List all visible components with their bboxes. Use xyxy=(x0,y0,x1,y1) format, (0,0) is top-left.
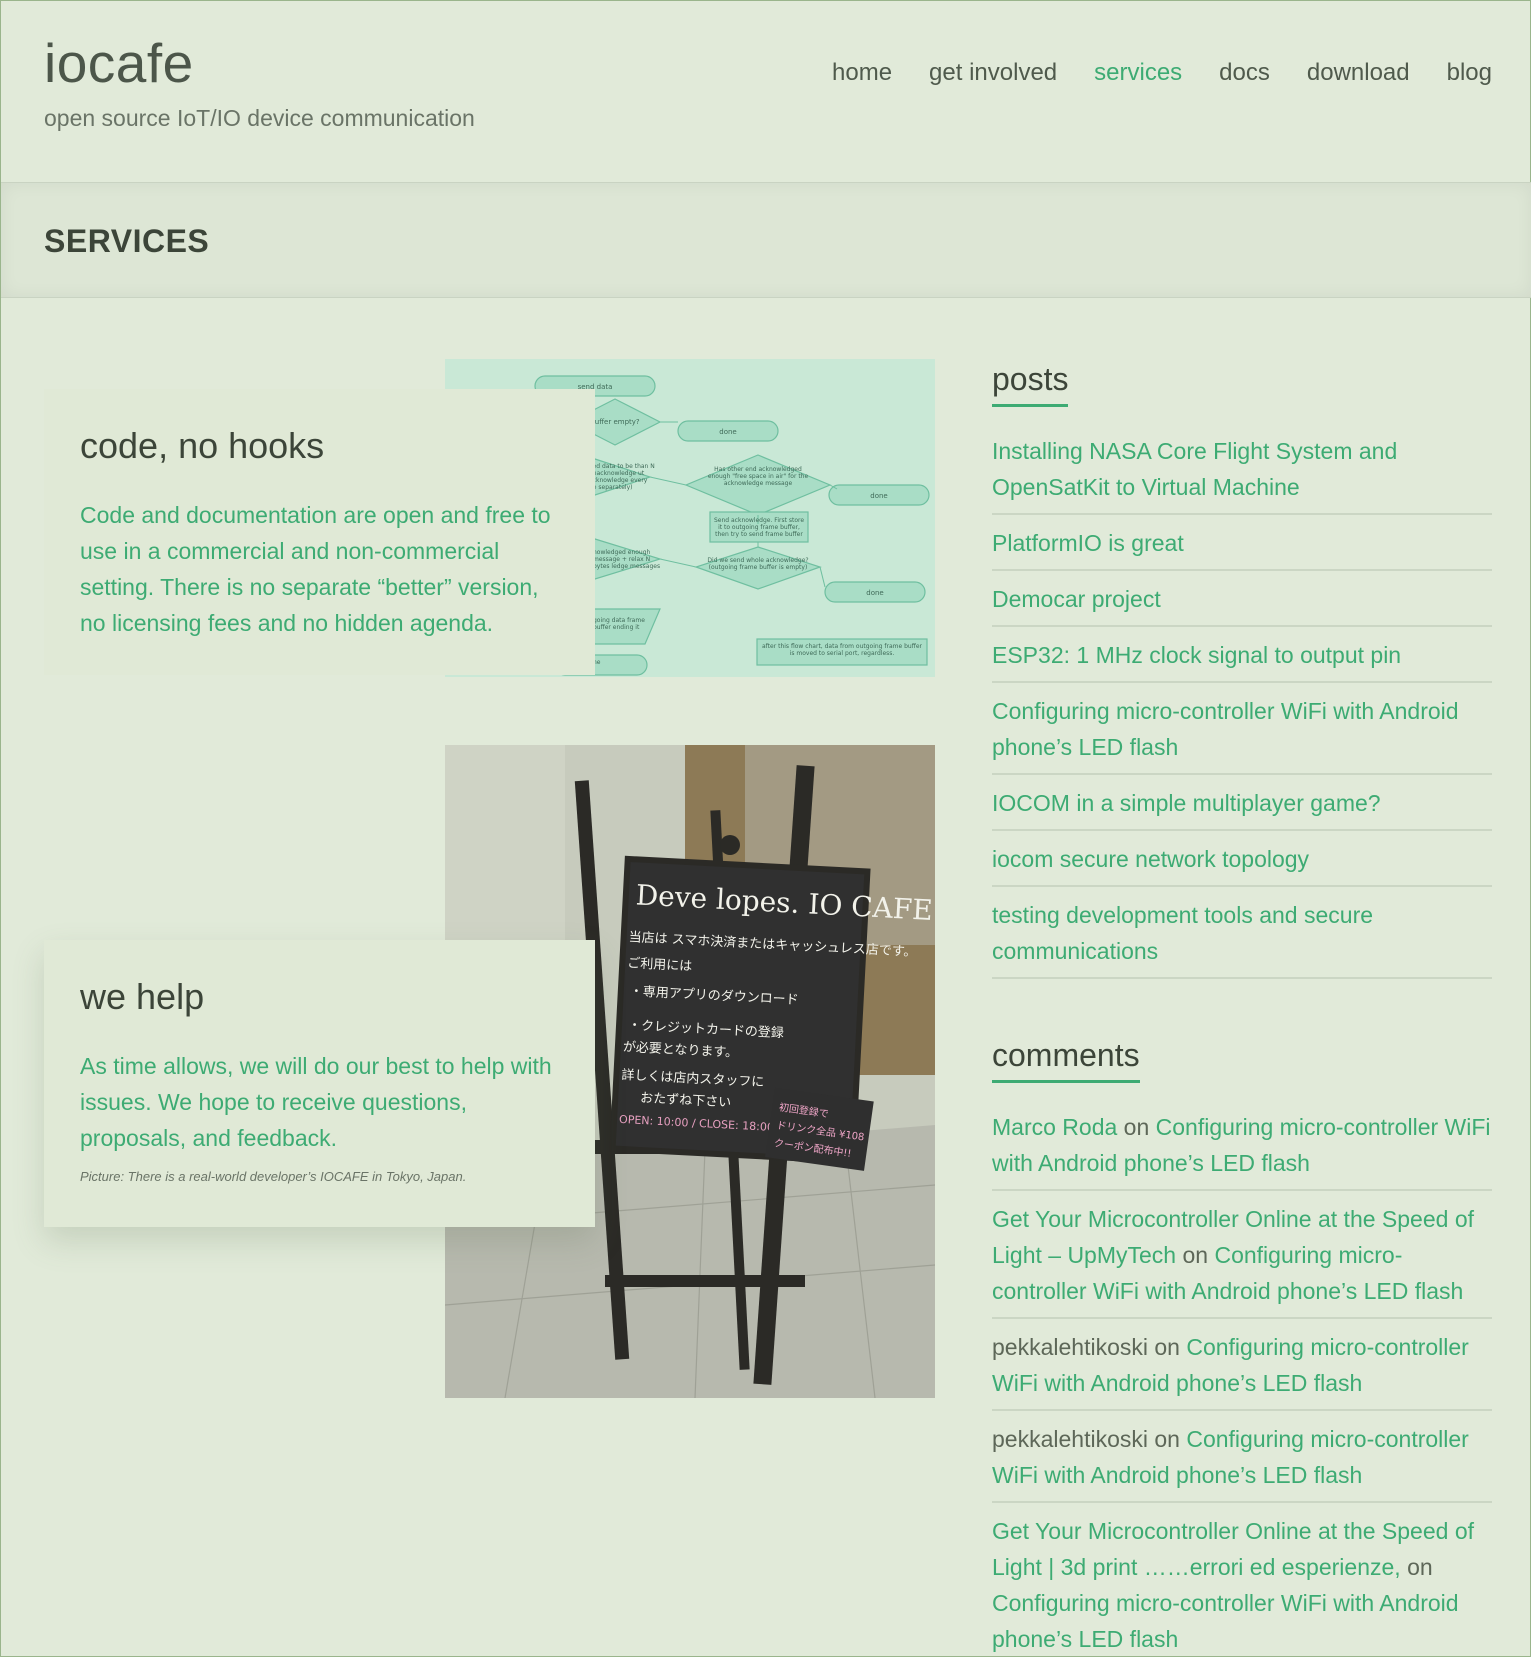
flowchart-fragment: ved data to be than N unacknowledge ut a… xyxy=(589,463,655,491)
comments-widget: comments Marco Roda on Configuring micro… xyxy=(992,1037,1492,1657)
post-link[interactable]: PlatformIO is great xyxy=(992,530,1184,556)
post-list-item: IOCOM in a simple multiplayer game? xyxy=(992,785,1492,831)
post-link[interactable]: Configuring micro-controller WiFi with A… xyxy=(992,698,1459,760)
flowchart-question: Has other end acknowledged enough "free … xyxy=(707,466,809,487)
feature-text: As time allows, we will do our best to h… xyxy=(80,1053,552,1151)
feature-card-help: we help As time allows, we will do our b… xyxy=(44,940,595,1227)
site-title[interactable]: iocafe xyxy=(44,31,194,95)
page-title-band: SERVICES xyxy=(1,182,1531,298)
comment-author: pekkalehtikoski xyxy=(992,1426,1148,1452)
post-link[interactable]: testing development tools and secure com… xyxy=(992,902,1373,964)
feature-card-code: code, no hooks Code and documentation ar… xyxy=(44,389,595,675)
comment-on-text: on xyxy=(1123,1114,1150,1140)
comment-on-text: on xyxy=(1182,1242,1209,1268)
svg-text:buffer empty?: buffer empty? xyxy=(590,418,640,426)
svg-text:ご利用には: ご利用には xyxy=(627,955,693,974)
photo-caption: Picture: There is a real-world developer… xyxy=(80,1169,467,1184)
main-nav: home get involved services docs download… xyxy=(832,59,1492,87)
comment-author-link[interactable]: Marco Roda xyxy=(992,1114,1117,1140)
post-list-item: Installing NASA Core Flight System and O… xyxy=(992,433,1492,515)
feature-heading: we help xyxy=(80,976,205,1017)
comment-item: Get Your Microcontroller Online at the S… xyxy=(992,1513,1492,1657)
flowchart-fragment: going data frame buffer ending it xyxy=(593,617,645,631)
comment-author: pekkalehtikoski xyxy=(992,1334,1148,1360)
comment-item: Marco Roda on Configuring micro-controll… xyxy=(992,1109,1492,1191)
post-link[interactable]: Installing NASA Core Flight System and O… xyxy=(992,438,1397,500)
site-description: open source IoT/IO device communication xyxy=(44,105,475,131)
feature-heading: code, no hooks xyxy=(80,425,325,466)
comment-on-text: on xyxy=(1407,1554,1433,1580)
comment-author-link[interactable]: Get Your Microcontroller Online at the S… xyxy=(992,1518,1474,1580)
post-list: Installing NASA Core Flight System and O… xyxy=(992,433,1492,979)
post-link[interactable]: iocom secure network topology xyxy=(992,846,1309,872)
nav-item-services[interactable]: services xyxy=(1094,59,1182,87)
post-list-item: ESP32: 1 MHz clock signal to output pin xyxy=(992,637,1492,683)
sidebar: posts Installing NASA Core Flight System… xyxy=(992,361,1492,1657)
comment-item: pekkalehtikoski on Configuring micro-con… xyxy=(992,1329,1492,1411)
nav-item-home[interactable]: home xyxy=(832,59,892,87)
comments-widget-title: comments xyxy=(992,1037,1140,1083)
site-header: iocafe open source IoT/IO device communi… xyxy=(1,1,1531,181)
flowchart-fragment: nowledged enough message + relax N bytes… xyxy=(593,549,661,570)
feature-text: Code and documentation are open and free… xyxy=(80,502,551,636)
nav-item-download[interactable]: download xyxy=(1307,59,1410,87)
page-title: SERVICES xyxy=(44,223,210,259)
flowchart-box: Send acknowledge. First store it to outg… xyxy=(713,517,805,538)
svg-text:done: done xyxy=(866,589,883,597)
comment-item: pekkalehtikoski on Configuring micro-con… xyxy=(992,1421,1492,1503)
post-list-item: Configuring micro-controller WiFi with A… xyxy=(992,693,1492,775)
post-list-item: Democar project xyxy=(992,581,1492,627)
comment-item: Get Your Microcontroller Online at the S… xyxy=(992,1201,1492,1319)
post-list-item: testing development tools and secure com… xyxy=(992,897,1492,979)
posts-widget-title: posts xyxy=(992,361,1069,407)
post-link[interactable]: ESP32: 1 MHz clock signal to output pin xyxy=(992,642,1401,668)
flowchart-question: Did we send whole acknowledge? (outgoing… xyxy=(707,557,809,571)
comment-post-link[interactable]: Configuring micro-controller WiFi with A… xyxy=(992,1590,1459,1652)
flowchart-box: after this flow chart, data from outgoin… xyxy=(761,643,923,657)
posts-widget: posts Installing NASA Core Flight System… xyxy=(992,361,1492,979)
post-list-item: iocom secure network topology xyxy=(992,841,1492,887)
comment-list: Marco Roda on Configuring micro-controll… xyxy=(992,1109,1492,1657)
post-list-item: PlatformIO is great xyxy=(992,525,1492,571)
comment-on-text: on xyxy=(1154,1426,1180,1452)
svg-text:done: done xyxy=(719,428,736,436)
post-link[interactable]: IOCOM in a simple multiplayer game? xyxy=(992,790,1381,816)
flowchart-fragment: ne xyxy=(593,659,601,666)
nav-item-blog[interactable]: blog xyxy=(1447,59,1492,87)
comment-on-text: on xyxy=(1154,1334,1180,1360)
svg-text:done: done xyxy=(870,492,887,500)
nav-item-docs[interactable]: docs xyxy=(1219,59,1270,87)
post-link[interactable]: Democar project xyxy=(992,586,1161,612)
nav-item-get-involved[interactable]: get involved xyxy=(929,59,1057,87)
